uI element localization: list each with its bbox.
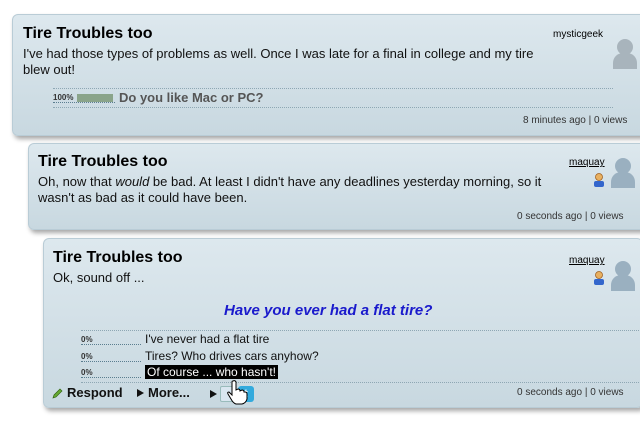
post-body: I've had those types of problems as well… [23, 46, 534, 77]
pencil-icon [52, 388, 63, 399]
post-meta: 0 seconds ago | 0 views [517, 211, 624, 222]
user-icon[interactable] [591, 172, 607, 188]
poll-question: Have you ever had a flat tire? [224, 302, 433, 319]
post-title: Tire Troubles too [53, 249, 183, 266]
poll-percent-bar: 0% [81, 367, 141, 378]
poll-result-row[interactable]: 100% Do you like Mac or PC? [53, 90, 263, 105]
post-meta: 8 minutes ago | 0 views [523, 115, 628, 126]
avatar [611, 261, 635, 291]
poll-percent-bar: 100% [53, 92, 115, 103]
post-card-1: Tire Troubles too mysticgeek I've had th… [12, 14, 640, 136]
divider [53, 88, 613, 89]
poll-option-label[interactable]: I've never had a flat tire [145, 332, 269, 346]
divider [81, 382, 640, 383]
user-icon[interactable] [591, 270, 607, 286]
more-button[interactable]: More... [136, 385, 190, 400]
poll-option-1[interactable]: 0% I've never had a flat tire [81, 332, 269, 346]
post-body: Ok, sound off ... [53, 270, 145, 285]
poll-question: Do you like Mac or PC? [119, 90, 264, 105]
divider [53, 107, 613, 108]
post-author[interactable]: maquay [569, 157, 605, 168]
post-card-2: Tire Troubles too maquay Oh, now that wo… [28, 143, 640, 230]
post-meta: 0 seconds ago | 0 views [517, 387, 624, 398]
divider [81, 330, 640, 331]
poll-option-3[interactable]: 0% Of course ... who hasn't! [81, 365, 279, 379]
post-author[interactable]: mysticgeek [553, 29, 603, 40]
post-title: Tire Troubles too [38, 153, 168, 170]
triangle-right-icon [137, 388, 144, 397]
post-body: Oh, now that would be bad. At least I di… [38, 174, 542, 205]
avatar [611, 158, 635, 188]
poll-option-label[interactable]: Tires? Who drives cars anyhow? [145, 349, 319, 363]
post-card-3: Tire Troubles too maquay Ok, sound off .… [43, 238, 640, 408]
poll-option-2[interactable]: 0% Tires? Who drives cars anyhow? [81, 349, 319, 363]
poll-percent-bar: 0% [81, 334, 141, 345]
poll-option-label[interactable]: Of course ... who hasn't! [145, 365, 279, 379]
respond-button[interactable]: Respond [52, 385, 123, 400]
avatar [613, 39, 637, 69]
post-author[interactable]: maquay [569, 255, 605, 266]
post-title: Tire Troubles too [23, 25, 153, 42]
poll-percent-bar: 0% [81, 351, 141, 362]
hand-pointer-icon [227, 380, 248, 405]
triangle-right-icon[interactable] [209, 389, 218, 399]
